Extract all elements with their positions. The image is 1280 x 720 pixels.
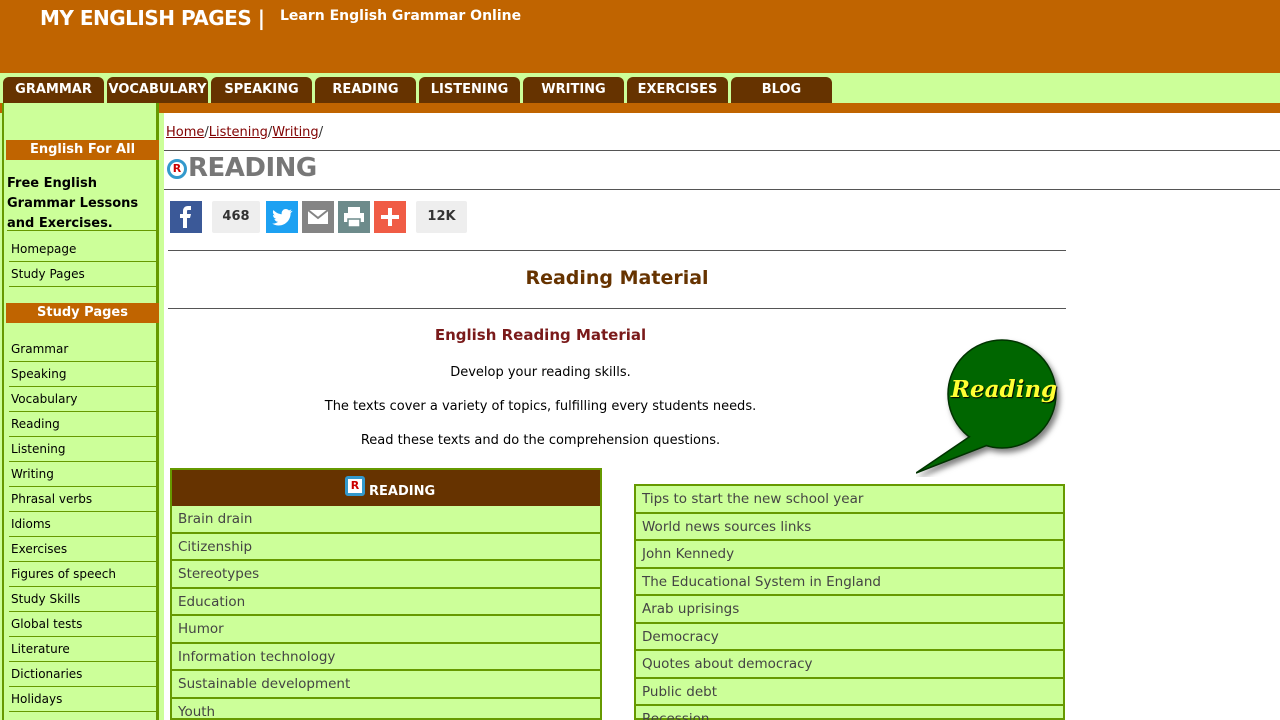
- facebook-icon: [170, 201, 202, 233]
- reading-list: R READING Brain drain Citizenship Stereo…: [170, 468, 602, 720]
- section-title: Reading Material: [525, 267, 709, 289]
- nav-tab-grammar[interactable]: GRAMMAR: [3, 77, 104, 103]
- sidebar-item-dictionaries[interactable]: Dictionaries: [9, 662, 159, 687]
- bubble-text: Reading: [950, 376, 1058, 403]
- list-item[interactable]: Arab uprisings: [636, 596, 1063, 624]
- list-item[interactable]: Education: [172, 589, 600, 616]
- sidebar-item-phrasal-verbs[interactable]: Phrasal verbs: [9, 487, 159, 512]
- sidebar-item-idioms[interactable]: Idioms: [9, 512, 159, 537]
- facebook-share-count: 468: [212, 201, 260, 233]
- twitter-icon: [266, 201, 298, 233]
- nav-underline: [0, 103, 1280, 113]
- list-item[interactable]: Tips to start the new school year: [636, 486, 1063, 514]
- print-share-button[interactable]: [338, 201, 370, 233]
- sidebar-item-study-skills[interactable]: Study Skills: [9, 587, 159, 612]
- sidebar-item-exercises[interactable]: Exercises: [9, 537, 159, 562]
- divider: [168, 250, 1066, 251]
- nav-tab-blog[interactable]: BLOG: [731, 77, 832, 103]
- main-content: Home/Listening/Writing/ R READING 468 12…: [164, 113, 1280, 720]
- reading-list-header: R READING: [172, 470, 600, 506]
- list-item[interactable]: Recession: [636, 706, 1063, 720]
- divider: [164, 189, 1280, 190]
- list-item[interactable]: Information technology: [172, 644, 600, 671]
- topics-list: Tips to start the new school year World …: [634, 484, 1065, 720]
- nav-tab-reading[interactable]: READING: [315, 77, 416, 103]
- sidebar-item-homepage[interactable]: Homepage: [9, 237, 159, 262]
- list-item[interactable]: World news sources links: [636, 514, 1063, 541]
- nav-tab-speaking[interactable]: SPEAKING: [211, 77, 312, 103]
- list-item[interactable]: Humor: [172, 616, 600, 644]
- sidebar-item-holidays[interactable]: Holidays: [9, 687, 159, 712]
- list-item[interactable]: Sustainable development: [172, 671, 600, 699]
- divider: [164, 150, 1280, 151]
- breadcrumb-writing[interactable]: Writing: [272, 125, 318, 140]
- sidebar: English For All Free English Grammar Les…: [2, 103, 159, 720]
- list-item[interactable]: John Kennedy: [636, 541, 1063, 569]
- sidebar-item-vocabulary[interactable]: Vocabulary: [9, 387, 159, 412]
- reading-logo-icon: R: [345, 476, 365, 496]
- nav-tab-exercises[interactable]: EXERCISES: [627, 77, 728, 103]
- sidebar-heading-english-for-all: English For All: [6, 140, 159, 160]
- sidebar-item-grammar[interactable]: Grammar: [9, 337, 159, 362]
- sidebar-item-speaking[interactable]: Speaking: [9, 362, 159, 387]
- sidebar-item-writing[interactable]: Writing: [9, 462, 159, 487]
- nav-tab-listening[interactable]: LISTENING: [419, 77, 520, 103]
- list-item[interactable]: Quotes about democracy: [636, 651, 1063, 679]
- sidebar-item-reading[interactable]: Reading: [9, 412, 159, 437]
- reading-logo-icon: R: [167, 159, 187, 179]
- sidebar-item-study-pages[interactable]: Study Pages: [9, 262, 159, 287]
- sidebar-item-figures-of-speech[interactable]: Figures of speech: [9, 562, 159, 587]
- sidebar-promo: Free English Grammar Lessons and Exercis…: [7, 176, 139, 231]
- page-title: READING: [188, 153, 317, 183]
- site-title[interactable]: MY ENGLISH PAGES |: [40, 6, 265, 30]
- description-line: Read these texts and do the comprehensio…: [360, 433, 721, 448]
- nav-tab-writing[interactable]: WRITING: [523, 77, 624, 103]
- sidebar-item-literature[interactable]: Literature: [9, 637, 159, 662]
- reading-list-title: READING: [369, 484, 436, 499]
- more-share-button[interactable]: [374, 201, 406, 233]
- sidebar-heading-study-pages: Study Pages: [6, 303, 159, 323]
- nav-tab-vocabulary[interactable]: VOCABULARY: [107, 77, 208, 103]
- list-item[interactable]: Democracy: [636, 624, 1063, 651]
- subheading: English Reading Material: [434, 326, 647, 344]
- reading-speech-bubble-icon: Reading: [915, 327, 1066, 477]
- sidebar-divider: [7, 230, 159, 231]
- facebook-share-button[interactable]: [170, 201, 202, 233]
- print-icon: [338, 201, 370, 233]
- list-item[interactable]: Citizenship: [172, 534, 600, 561]
- breadcrumb-listening[interactable]: Listening: [209, 125, 268, 140]
- main-nav: GRAMMAR VOCABULARY SPEAKING READING LIST…: [0, 73, 1280, 103]
- breadcrumb-separator: /: [318, 125, 324, 140]
- sidebar-item-global-tests[interactable]: Global tests: [9, 612, 159, 637]
- list-item[interactable]: Public debt: [636, 679, 1063, 706]
- description-line: Develop your reading skills.: [450, 365, 631, 380]
- plus-icon: [374, 201, 406, 233]
- list-item[interactable]: Stereotypes: [172, 561, 600, 589]
- site-header: MY ENGLISH PAGES | Learn English Grammar…: [0, 0, 1280, 73]
- site-tagline: Learn English Grammar Online: [280, 8, 522, 24]
- sidebar-item-listening[interactable]: Listening: [9, 437, 159, 462]
- divider: [168, 308, 1066, 309]
- breadcrumb-home[interactable]: Home: [166, 125, 204, 140]
- email-icon: [302, 201, 334, 233]
- twitter-share-button[interactable]: [266, 201, 298, 233]
- breadcrumb: Home/Listening/Writing/: [166, 125, 323, 140]
- total-share-count: 12K: [416, 201, 467, 233]
- description-line: The texts cover a variety of topics, ful…: [324, 399, 757, 414]
- list-item[interactable]: Youth: [172, 699, 600, 720]
- email-share-button[interactable]: [302, 201, 334, 233]
- list-item[interactable]: The Educational System in England: [636, 569, 1063, 596]
- list-item[interactable]: Brain drain: [172, 506, 600, 534]
